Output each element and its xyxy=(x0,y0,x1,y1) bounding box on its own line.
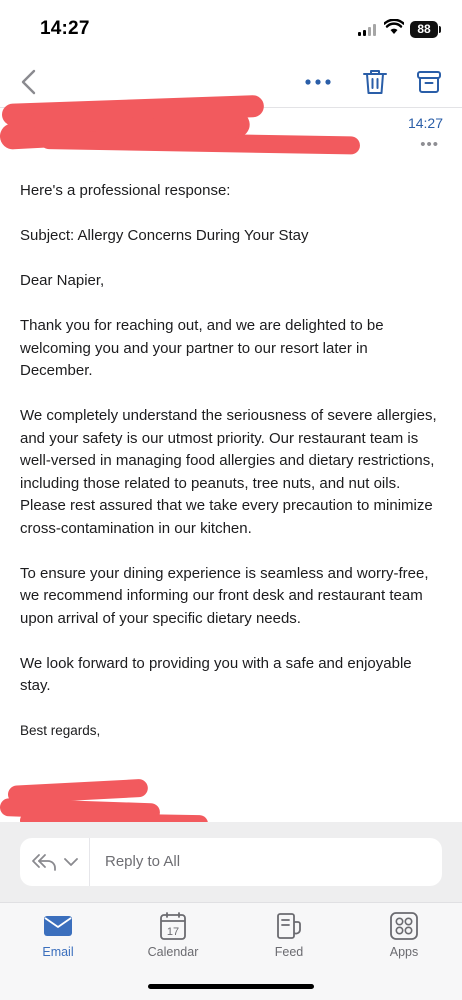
body-paragraph: Dear Napier, xyxy=(20,272,105,289)
message-time: 14:27 xyxy=(407,115,443,131)
tab-label: Feed xyxy=(274,945,304,959)
reply-all-icon xyxy=(32,854,56,871)
home-indicator xyxy=(148,984,314,989)
tab-feed[interactable]: Feed xyxy=(244,911,334,967)
trash-icon xyxy=(363,70,387,94)
tab-calendar[interactable]: 17 Calendar xyxy=(128,911,218,967)
tab-label: Apps xyxy=(389,945,419,959)
ellipsis-icon xyxy=(305,79,331,85)
tab-label: Calendar xyxy=(147,945,199,959)
back-button[interactable] xyxy=(14,66,46,98)
message-more-button[interactable]: ••• xyxy=(420,136,439,153)
feed-icon xyxy=(277,913,301,939)
body-paragraph: To ensure your dining experience is seam… xyxy=(20,564,429,627)
signoff: Best regards, xyxy=(20,723,101,738)
tab-apps[interactable]: Apps xyxy=(359,911,449,967)
reply-all-field[interactable]: Reply to All xyxy=(105,853,180,870)
archive-button[interactable] xyxy=(414,66,444,98)
archive-icon xyxy=(417,71,441,93)
chevron-left-icon xyxy=(21,69,36,95)
delete-button[interactable] xyxy=(360,66,390,98)
tab-email[interactable]: Email xyxy=(13,911,103,967)
reply-area: Reply to All xyxy=(0,822,462,902)
cellular-signal-icon xyxy=(358,24,378,36)
calendar-icon: 17 xyxy=(160,912,186,940)
status-time: 14:27 xyxy=(40,18,90,39)
wifi-icon xyxy=(384,19,404,34)
chevron-down-icon xyxy=(64,858,78,866)
reply-options-button[interactable] xyxy=(20,838,90,886)
body-paragraph: Subject: Allergy Concerns During Your St… xyxy=(20,227,309,244)
apps-grid-icon xyxy=(390,912,418,940)
body-paragraph: We completely understand the seriousness… xyxy=(20,407,437,537)
tab-label: Email xyxy=(42,945,74,959)
message-body: Here's a professional response: Subject:… xyxy=(20,180,440,765)
body-paragraph: We look forward to providing you with a … xyxy=(20,654,412,695)
body-paragraph: Here's a professional response: xyxy=(20,182,231,199)
status-bar: 14:27 88 xyxy=(0,0,462,56)
body-paragraph: Thank you for reaching out, and we are d… xyxy=(20,317,384,379)
more-options-button[interactable] xyxy=(302,68,334,96)
battery-icon: 88 xyxy=(410,21,441,38)
envelope-icon xyxy=(44,916,72,936)
reply-box[interactable]: Reply to All xyxy=(20,838,442,886)
calendar-day: 17 xyxy=(167,926,179,938)
